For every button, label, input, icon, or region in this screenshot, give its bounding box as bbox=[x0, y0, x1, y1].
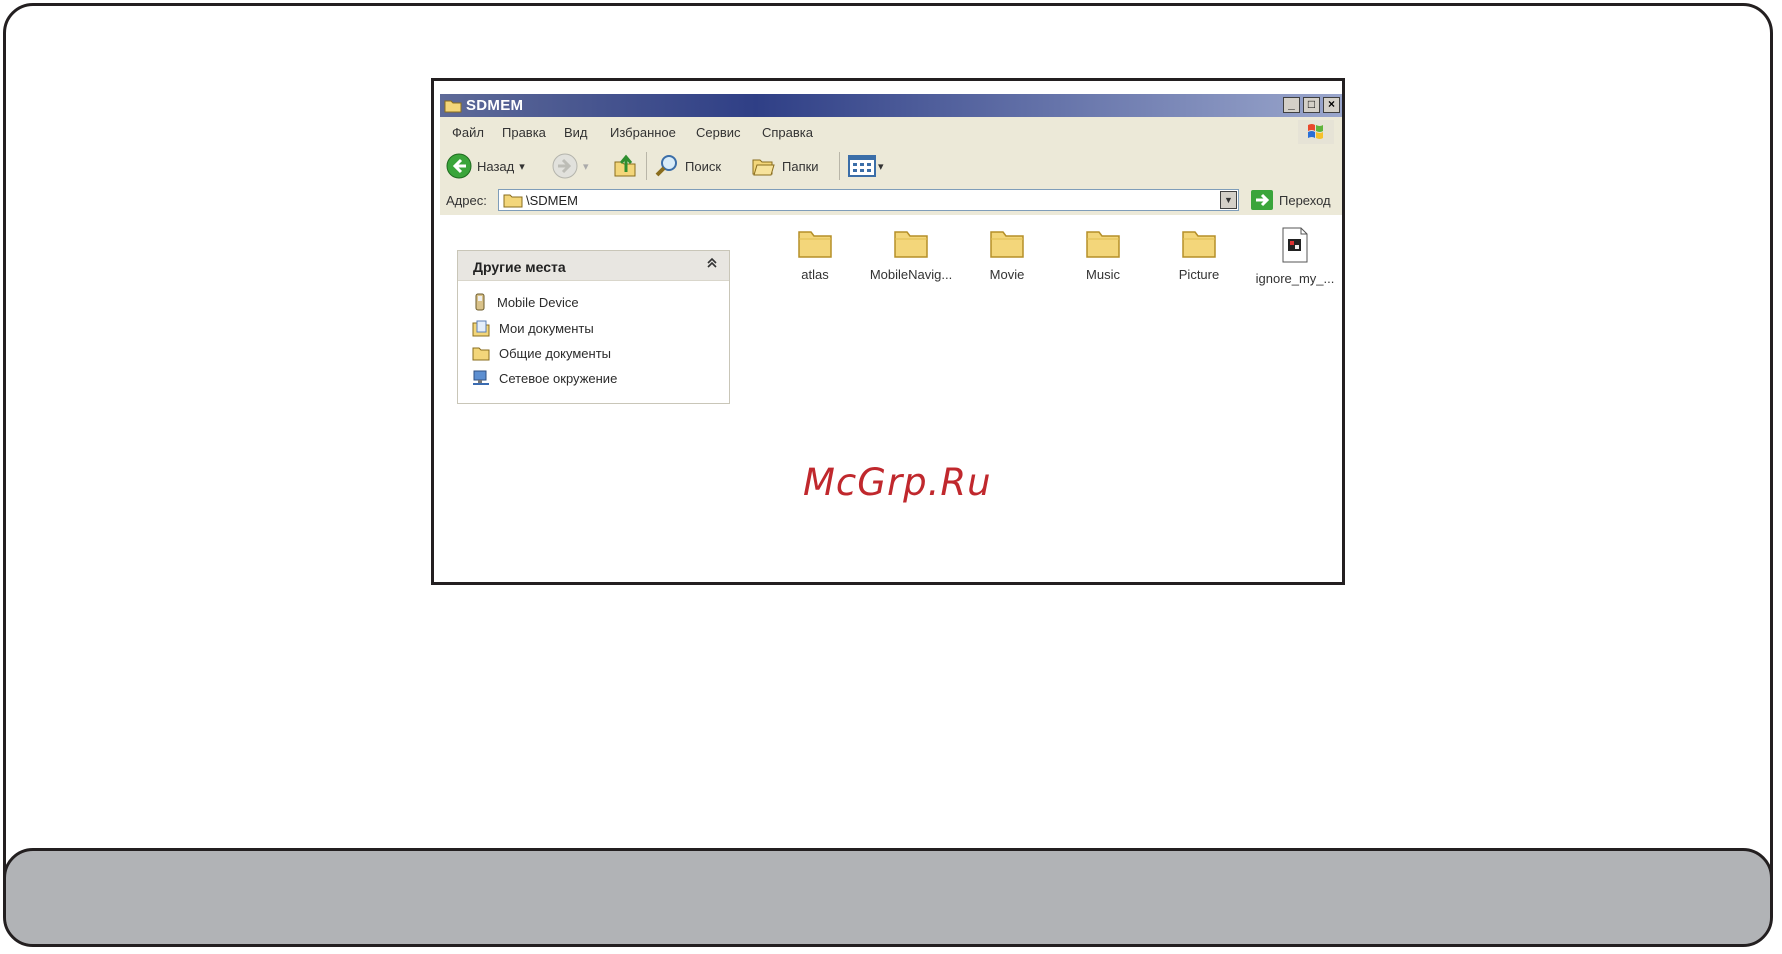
collapse-chevron-icon[interactable] bbox=[706, 257, 718, 272]
address-folder-icon bbox=[503, 192, 523, 211]
maximize-button[interactable]: □ bbox=[1303, 97, 1320, 113]
window-title: SDMEM bbox=[466, 97, 524, 114]
toolbar: Назад ▾ ▾ Поиск Папки ▾ bbox=[440, 146, 1342, 186]
folder-icon bbox=[798, 231, 832, 258]
views-dropdown-icon[interactable]: ▾ bbox=[878, 160, 884, 173]
place-link-mobile-device[interactable]: Mobile Device bbox=[472, 293, 579, 311]
file-item-folder[interactable]: atlas bbox=[770, 227, 860, 282]
folders-button[interactable]: Папки bbox=[751, 153, 819, 179]
network-icon bbox=[473, 370, 489, 385]
menu-edit[interactable]: Правка bbox=[502, 125, 546, 140]
minimize-button[interactable]: _ bbox=[1283, 97, 1300, 113]
other-places-title: Другие места bbox=[473, 259, 566, 275]
folder-icon bbox=[894, 231, 928, 258]
folder-icon bbox=[1086, 231, 1120, 258]
place-link-my-documents[interactable]: Мои документы bbox=[472, 319, 594, 337]
file-item-folder[interactable]: Music bbox=[1058, 227, 1148, 282]
search-button[interactable]: Поиск bbox=[654, 153, 721, 179]
back-button[interactable]: Назад ▾ bbox=[446, 153, 525, 179]
place-link-network[interactable]: Сетевое окружение bbox=[472, 370, 617, 386]
windows-logo-icon bbox=[1298, 120, 1334, 144]
menu-bar: Файл Правка Вид Избранное Сервис Справка bbox=[440, 117, 1342, 147]
address-bar: Адрес: \SDMEM ▼ Переход bbox=[440, 185, 1342, 216]
other-places-header[interactable]: Другие места bbox=[458, 251, 729, 281]
up-folder-icon bbox=[614, 154, 636, 177]
file-item-folder[interactable]: Movie bbox=[962, 227, 1052, 282]
file-name: Picture bbox=[1178, 267, 1220, 282]
back-arrow-icon bbox=[446, 153, 472, 179]
title-bar[interactable]: SDMEM _ □ × bbox=[440, 94, 1342, 117]
file-name: Music bbox=[1086, 267, 1120, 282]
shared-folder-icon bbox=[472, 347, 490, 361]
mobile-device-icon bbox=[475, 293, 485, 311]
folder-icon bbox=[1182, 231, 1216, 258]
menu-help[interactable]: Справка bbox=[762, 125, 813, 140]
place-label: Mobile Device bbox=[497, 294, 579, 310]
file-name: atlas bbox=[801, 267, 829, 282]
go-arrow-icon bbox=[1251, 190, 1273, 210]
search-icon bbox=[655, 155, 677, 177]
close-button[interactable]: × bbox=[1323, 97, 1340, 113]
file-name: Movie bbox=[989, 267, 1025, 282]
watermark-text: McGrp.Ru bbox=[803, 461, 992, 504]
folder-icon bbox=[990, 231, 1024, 258]
file-name: ignore_my_... bbox=[1255, 271, 1335, 286]
content-area: Другие места Mobile Device Мои документы… bbox=[440, 215, 1342, 582]
place-label: Мои документы bbox=[499, 320, 594, 336]
place-label: Сетевое окружение bbox=[499, 370, 618, 386]
back-dropdown-icon[interactable]: ▾ bbox=[519, 160, 525, 173]
forward-arrow-icon bbox=[552, 153, 578, 179]
folders-icon bbox=[752, 159, 775, 176]
footer-band bbox=[6, 848, 1770, 944]
other-places-panel: Другие места Mobile Device Мои документы… bbox=[457, 250, 730, 404]
page-frame: SDMEM _ □ × Файл Правка Вид Избранное Се… bbox=[3, 3, 1773, 947]
menu-view[interactable]: Вид bbox=[564, 125, 588, 140]
address-dropdown-button[interactable]: ▼ bbox=[1220, 191, 1237, 209]
executable-file-icon bbox=[1282, 227, 1308, 263]
go-label: Переход bbox=[1279, 192, 1331, 208]
views-button[interactable]: ▾ bbox=[848, 153, 884, 179]
file-item-folder[interactable]: Picture bbox=[1154, 227, 1244, 282]
place-link-shared-documents[interactable]: Общие документы bbox=[472, 345, 611, 361]
menu-favorites[interactable]: Избранное bbox=[610, 125, 676, 140]
back-label: Назад bbox=[477, 158, 515, 174]
folder-icon bbox=[444, 98, 462, 117]
place-label: Общие документы bbox=[499, 345, 612, 361]
file-name: MobileNavig... bbox=[869, 267, 953, 282]
views-icon bbox=[848, 155, 876, 177]
file-item-file[interactable]: ignore_my_... bbox=[1250, 227, 1340, 286]
forward-button[interactable]: ▾ bbox=[552, 153, 589, 179]
go-button[interactable]: Переход bbox=[1251, 190, 1331, 210]
file-item-folder[interactable]: MobileNavig... bbox=[866, 227, 956, 282]
address-label: Адрес: bbox=[446, 193, 487, 208]
address-input[interactable]: \SDMEM ▼ bbox=[498, 189, 1239, 211]
menu-file[interactable]: Файл bbox=[452, 125, 484, 140]
search-label: Поиск bbox=[685, 158, 722, 174]
toolbar-separator bbox=[646, 152, 647, 180]
explorer-window: SDMEM _ □ × Файл Правка Вид Избранное Се… bbox=[431, 78, 1345, 585]
up-folder-button[interactable] bbox=[612, 153, 638, 179]
menu-tools[interactable]: Сервис bbox=[696, 125, 741, 140]
address-value: \SDMEM bbox=[526, 193, 578, 208]
my-documents-icon bbox=[472, 320, 490, 337]
toolbar-separator bbox=[839, 152, 840, 180]
folders-label: Папки bbox=[782, 158, 819, 174]
forward-dropdown-icon[interactable]: ▾ bbox=[583, 160, 589, 173]
